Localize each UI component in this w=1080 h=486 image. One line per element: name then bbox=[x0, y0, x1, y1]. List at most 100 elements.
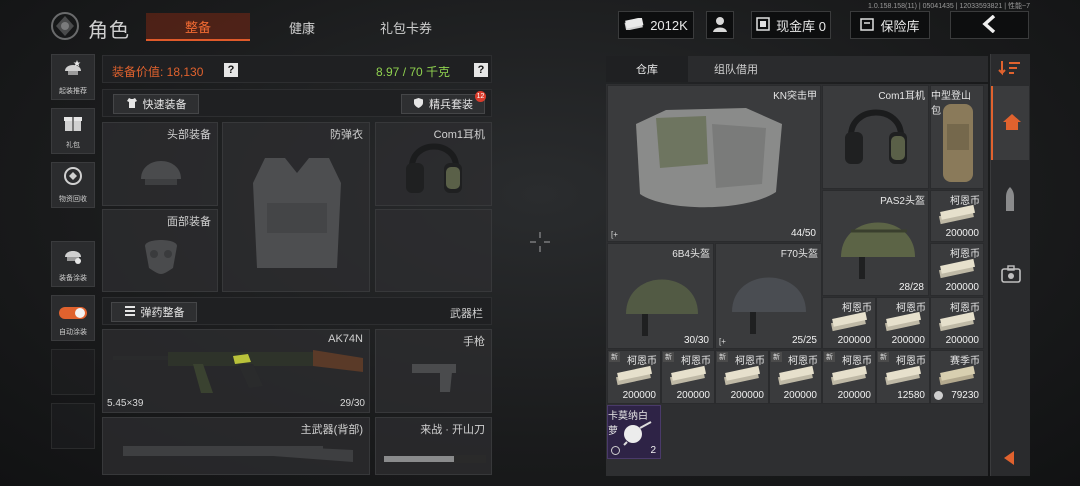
equipment-summary-bar: 装备价值: 18,130 ? 8.97 / 70 千克 ? bbox=[102, 55, 492, 83]
operator-icon bbox=[711, 15, 729, 36]
storage-item-coin[interactable]: 柯恩币 200000 bbox=[822, 297, 876, 349]
quick-equip-label: 快速装备 bbox=[142, 99, 187, 111]
weapon-caliber: 5.45×39 bbox=[107, 398, 144, 409]
armor-slot[interactable]: 防弹衣 bbox=[222, 122, 370, 292]
face-slot[interactable]: 面部装备 bbox=[102, 209, 218, 292]
rail-tab-ammo[interactable] bbox=[991, 162, 1029, 236]
sidebar-empty-slot bbox=[51, 403, 95, 449]
operator-button[interactable] bbox=[706, 11, 734, 39]
currency-display[interactable]: 2012K bbox=[618, 11, 694, 39]
quick-equip-button[interactable]: 快速装备 bbox=[113, 94, 199, 114]
tab-warehouse[interactable]: 仓库 bbox=[606, 56, 688, 82]
storage-item-season-coin[interactable]: 赛季币 79230 bbox=[930, 350, 984, 404]
rifle-icon bbox=[113, 338, 363, 403]
pistol-slot[interactable]: 手枪 bbox=[375, 329, 492, 413]
helmet-icon bbox=[837, 201, 919, 286]
primary-weapon-slot[interactable]: AK74N 5.45×39 29/30 bbox=[102, 329, 370, 413]
storage-item-coin[interactable]: 新 柯恩币 200000 bbox=[769, 350, 822, 404]
item-qty: 200000 bbox=[945, 228, 979, 239]
tab-health[interactable]: 健康 bbox=[250, 13, 354, 41]
pistol-slot-label: 手枪 bbox=[463, 336, 485, 348]
safe-vault-button[interactable]: 保险库 bbox=[850, 11, 930, 39]
item-name: KN突击甲 bbox=[773, 91, 817, 102]
sidebar-item-gift[interactable]: 礼包 bbox=[51, 108, 95, 154]
item-qty: 200000 bbox=[622, 390, 656, 401]
storage-item-radish[interactable]: 卡莫纳白萝 2 bbox=[607, 405, 661, 459]
storage-item-pas2[interactable]: PAS2头盔 28/28 bbox=[822, 190, 929, 296]
cash-stack-icon bbox=[614, 365, 654, 391]
cash-vault-button[interactable]: 现金库 0 bbox=[751, 11, 831, 39]
armor-vest-icon bbox=[626, 104, 786, 221]
cash-stack-icon bbox=[829, 311, 869, 337]
cash-stack-icon bbox=[937, 258, 977, 283]
helmet-placeholder-icon bbox=[137, 149, 185, 196]
back-button[interactable] bbox=[950, 11, 1029, 39]
empty-gear-slot[interactable] bbox=[375, 209, 492, 292]
sidebar-item-paint[interactable]: 装备涂装 bbox=[51, 241, 95, 287]
new-badge: 新 bbox=[878, 352, 889, 362]
storage-item-f70[interactable]: F70头盔 [+ 25/25 bbox=[715, 243, 822, 349]
sidebar-item-auto-paint[interactable]: 自动涂装 bbox=[51, 295, 95, 341]
coin-icon bbox=[934, 391, 943, 400]
page-title: 角色 bbox=[88, 20, 130, 42]
item-qty: 30/30 bbox=[683, 335, 709, 346]
helmet-star-icon bbox=[62, 57, 84, 84]
storage-item-coin[interactable]: 新 柯恩币 200000 bbox=[715, 350, 769, 404]
head-slot[interactable]: 头部装备 bbox=[102, 122, 218, 206]
sidebar-item-loadout-recommend[interactable]: 起装推荐 bbox=[51, 54, 95, 100]
item-qty: 200000 bbox=[837, 335, 871, 346]
new-badge: 新 bbox=[824, 352, 835, 362]
tab-gift-coupons[interactable]: 礼包卡券 bbox=[354, 13, 458, 41]
equipment-value: 装备价值: 18,130 bbox=[112, 65, 204, 79]
sidebar-item-recycle[interactable]: 物资回收 bbox=[51, 162, 95, 208]
sidebar-empty-slot bbox=[51, 349, 95, 395]
secondary-weapon-slot[interactable]: 主武器(背部) bbox=[102, 417, 370, 475]
item-qty: 200000 bbox=[837, 390, 871, 401]
storage-item-kn-armor[interactable]: KN突击甲 [+ 44/50 bbox=[607, 85, 821, 242]
home-icon bbox=[1002, 113, 1022, 136]
new-badge: 新 bbox=[609, 352, 620, 362]
cash-stack-icon bbox=[776, 365, 816, 391]
item-qty: 200000 bbox=[945, 335, 979, 346]
bullet-icon bbox=[1002, 186, 1018, 217]
elite-kit-button[interactable]: 精兵套装 bbox=[401, 94, 485, 114]
character-logo-icon bbox=[48, 10, 84, 42]
new-badge: 新 bbox=[771, 352, 782, 362]
storage-item-6b4[interactable]: 6B4头盔 30/30 bbox=[607, 243, 714, 349]
storage-item-coin[interactable]: 柯恩币 200000 bbox=[930, 297, 984, 349]
tab-team-borrow[interactable]: 组队借用 bbox=[688, 56, 784, 82]
storage-item-backpack[interactable]: 中型登山包 bbox=[930, 85, 984, 189]
earphone-slot[interactable]: Com1耳机 bbox=[375, 122, 492, 206]
storage-item-coin[interactable]: 新 柯恩币 200000 bbox=[661, 350, 715, 404]
notification-badge: 12 bbox=[475, 91, 486, 102]
tab-equip[interactable]: 整备 bbox=[146, 13, 250, 41]
headset-icon bbox=[841, 96, 911, 181]
item-qty: 200000 bbox=[945, 282, 979, 293]
item-qty: 28/28 bbox=[898, 282, 924, 293]
rail-tab-medical[interactable] bbox=[991, 238, 1029, 312]
melee-slot[interactable]: 来战 · 开山刀 bbox=[375, 417, 492, 475]
storage-item-coin[interactable]: 新 柯恩币 200000 bbox=[822, 350, 876, 404]
ammo-equip-button[interactable]: 弹药整备 bbox=[111, 302, 197, 322]
storage-item-coin[interactable]: 新 柯恩币 12580 bbox=[876, 350, 930, 404]
storage-item-coin[interactable]: 柯恩币 200000 bbox=[930, 190, 984, 242]
melee-slot-label: 来战 · 开山刀 bbox=[420, 424, 485, 436]
storage-item-coin[interactable]: 柯恩币 200000 bbox=[876, 297, 930, 349]
toggle-icon[interactable] bbox=[58, 306, 88, 325]
storage-item-coin[interactable]: 新 柯恩币 200000 bbox=[607, 350, 661, 404]
help-icon[interactable]: ? bbox=[474, 63, 488, 77]
vault-icon bbox=[756, 16, 770, 34]
help-icon[interactable]: ? bbox=[224, 63, 238, 77]
move-icon: [+ bbox=[611, 230, 618, 239]
armor-placeholder-icon bbox=[245, 153, 349, 278]
cash-stack-icon bbox=[937, 365, 977, 391]
storage-item-com1[interactable]: Com1耳机 bbox=[822, 85, 929, 189]
collapse-arrow-icon[interactable] bbox=[1002, 450, 1016, 471]
rail-tab-home[interactable] bbox=[991, 86, 1029, 160]
face-slot-label: 面部装备 bbox=[167, 216, 211, 228]
storage-item-coin[interactable]: 柯恩币 200000 bbox=[930, 243, 984, 296]
backpack-icon bbox=[937, 100, 979, 191]
crosshair-icon bbox=[528, 230, 552, 259]
sort-icon[interactable] bbox=[998, 59, 1022, 82]
machete-icon bbox=[384, 452, 488, 471]
